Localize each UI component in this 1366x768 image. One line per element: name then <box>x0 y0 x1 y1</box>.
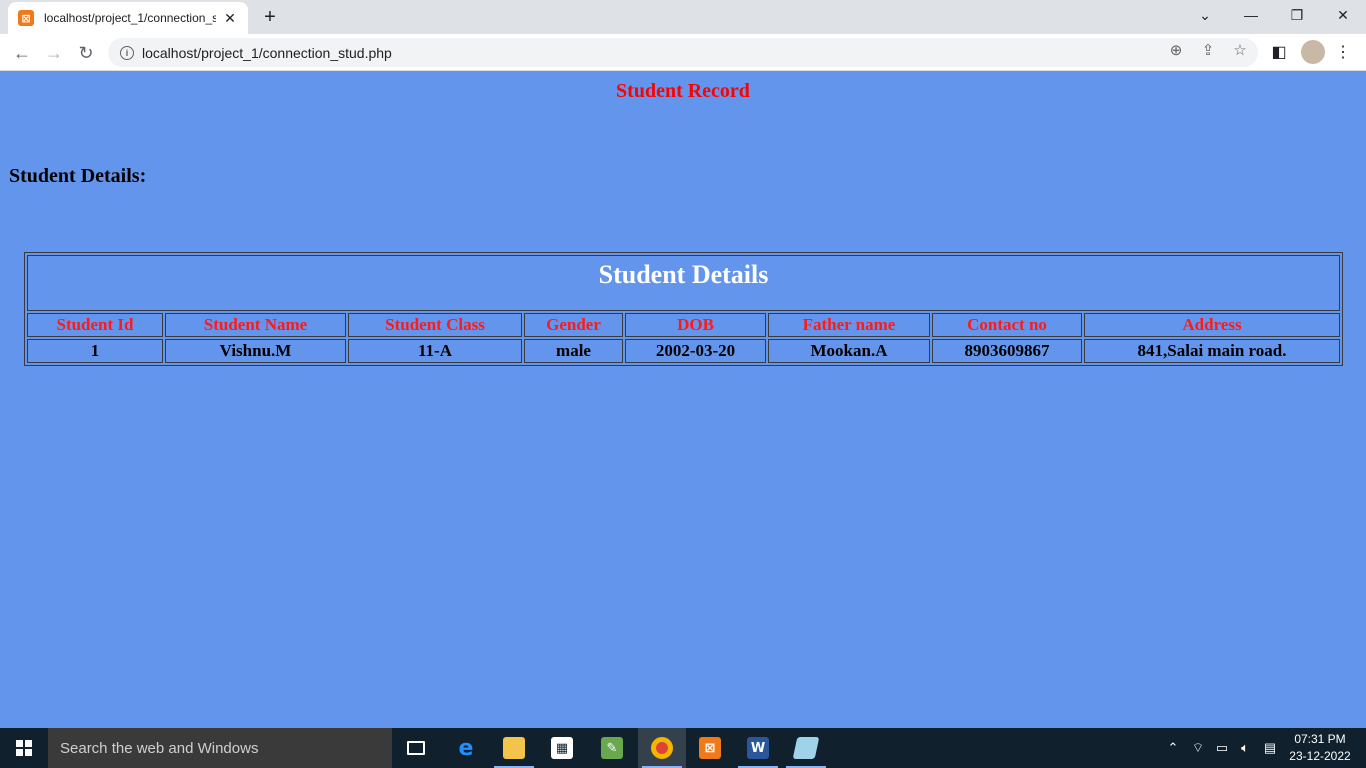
close-window-button[interactable]: ✕ <box>1320 0 1366 30</box>
taskbar-chrome[interactable] <box>638 728 686 768</box>
taskbar-xampp[interactable]: ⊠ <box>686 728 734 768</box>
header-contact-no: Contact no <box>932 313 1082 337</box>
reload-icon[interactable]: ↻ <box>72 39 100 67</box>
store-bag-icon: ▦ <box>551 737 573 759</box>
header-student-class: Student Class <box>348 313 522 337</box>
notepad-icon <box>792 737 820 759</box>
header-dob: DOB <box>625 313 766 337</box>
browser-toolbar: ← → ↻ i localhost/project_1/connection_s… <box>0 34 1366 71</box>
notification-center-icon[interactable]: ▤ <box>1258 728 1282 768</box>
clock-date: 23-12-2022 <box>1289 749 1351 763</box>
tab-close-icon[interactable]: ✕ <box>222 10 238 27</box>
xampp-favicon-icon: ⊠ <box>18 10 34 26</box>
cell-contact-no: 8903609867 <box>932 339 1082 363</box>
system-clock[interactable]: 07:31 PM 23-12-2022 <box>1288 731 1352 765</box>
tab-title: localhost/project_1/connection_s <box>44 11 216 25</box>
windows-logo-icon <box>16 740 32 756</box>
new-tab-button[interactable]: + <box>258 5 282 29</box>
restore-button[interactable]: ❐ <box>1274 0 1320 30</box>
cell-student-class: 11-A <box>348 339 522 363</box>
address-bar[interactable]: i localhost/project_1/connection_stud.ph… <box>108 38 1258 67</box>
menu-kebab-icon[interactable]: ⋮ <box>1331 40 1355 64</box>
table-caption: Student Details <box>27 255 1340 311</box>
xampp-icon: ⊠ <box>699 737 721 759</box>
page-title: Student Record <box>616 80 750 102</box>
section-heading: Student Details: <box>9 165 147 187</box>
chrome-icon <box>651 737 673 759</box>
header-father-name: Father name <box>768 313 930 337</box>
taskbar-notepad[interactable] <box>782 728 830 768</box>
folder-icon <box>503 737 525 759</box>
share-icon[interactable]: ⇪ <box>1196 38 1220 62</box>
header-student-id: Student Id <box>27 313 163 337</box>
windows-taskbar: Search the web and Windows e ▦ ✎ ⊠ W ⌃ ⌔… <box>0 728 1366 768</box>
student-table-wrapper: Student Details Student Id Student Name … <box>24 252 1343 366</box>
table-caption-row: Student Details <box>27 255 1340 311</box>
student-table: Student Details Student Id Student Name … <box>24 252 1343 366</box>
cell-address: 841,Salai main road. <box>1084 339 1340 363</box>
table-header-row: Student Id Student Name Student Class Ge… <box>27 313 1340 337</box>
page-content: Student Record Student Details: Student … <box>0 71 1366 728</box>
profile-avatar[interactable] <box>1301 40 1325 64</box>
cell-dob: 2002-03-20 <box>625 339 766 363</box>
taskbar-app-editor[interactable]: ✎ <box>588 728 636 768</box>
battery-icon[interactable]: ▭ <box>1210 728 1234 768</box>
address-url[interactable]: localhost/project_1/connection_stud.php <box>142 45 392 61</box>
clock-time: 07:31 PM <box>1294 732 1346 746</box>
start-button[interactable] <box>0 728 48 768</box>
cell-student-name: Vishnu.M <box>165 339 346 363</box>
cell-father-name: Mookan.A <box>768 339 930 363</box>
volume-icon[interactable]: 🔈︎ <box>1234 728 1256 768</box>
browser-tab-strip: ⊠ localhost/project_1/connection_s ✕ + ⌄… <box>0 0 1366 34</box>
edge-icon: e <box>458 735 474 761</box>
zoom-icon[interactable]: ⊕ <box>1164 38 1188 62</box>
header-student-name: Student Name <box>165 313 346 337</box>
show-hidden-icons-chevron-icon[interactable]: ⌃ <box>1162 728 1184 768</box>
word-icon: W <box>747 737 769 759</box>
editor-app-icon: ✎ <box>601 737 623 759</box>
taskbar-store[interactable]: ▦ <box>538 728 586 768</box>
cell-student-id: 1 <box>27 339 163 363</box>
taskbar-word[interactable]: W <box>734 728 782 768</box>
taskbar-file-explorer[interactable] <box>490 728 538 768</box>
table-row: 1 Vishnu.M 11-A male 2002-03-20 Mookan.A… <box>27 339 1340 363</box>
network-wifi-icon[interactable]: ⌔ <box>1186 728 1210 768</box>
tab-search-chevron-icon[interactable]: ⌄ <box>1182 0 1228 30</box>
browser-tab[interactable]: ⊠ localhost/project_1/connection_s ✕ <box>8 2 248 34</box>
taskbar-edge[interactable]: e <box>442 728 490 768</box>
header-gender: Gender <box>524 313 623 337</box>
bookmark-star-icon[interactable]: ☆ <box>1228 38 1252 62</box>
forward-arrow-icon[interactable]: → <box>40 39 68 67</box>
side-panel-icon[interactable]: ◧ <box>1267 40 1291 64</box>
cell-gender: male <box>524 339 623 363</box>
back-arrow-icon[interactable]: ← <box>8 39 36 67</box>
task-view-icon <box>407 741 425 755</box>
taskbar-search-box[interactable]: Search the web and Windows <box>48 728 392 768</box>
task-view-button[interactable] <box>392 728 440 768</box>
site-info-icon[interactable]: i <box>120 45 134 60</box>
minimize-button[interactable]: — <box>1228 0 1274 30</box>
header-address: Address <box>1084 313 1340 337</box>
